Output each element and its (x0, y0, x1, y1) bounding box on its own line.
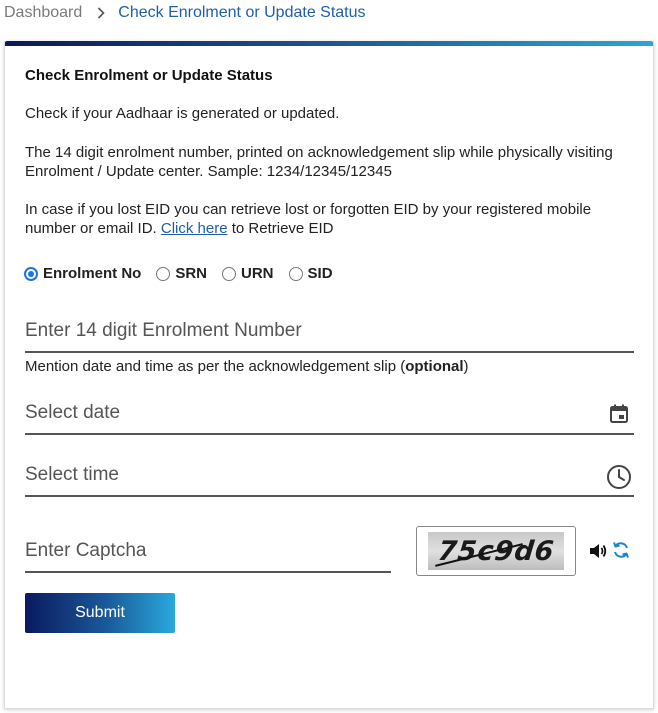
date-input[interactable] (25, 393, 634, 433)
id-type-radio-group: Enrolment No SRN URN SID (24, 265, 348, 282)
captcha-field (25, 531, 391, 573)
breadcrumb: Dashboard Check Enrolment or Update Stat… (4, 3, 366, 23)
submit-button[interactable]: Submit (25, 593, 175, 633)
lost-eid-text: In case if you lost EID you can retrieve… (25, 200, 625, 238)
radio-enrolment-no-circle[interactable] (24, 266, 38, 281)
clock-icon[interactable] (606, 464, 632, 490)
time-field (25, 455, 634, 497)
calendar-icon[interactable] (608, 403, 630, 425)
chevron-right-icon (97, 7, 105, 19)
date-time-hint: Mention date and time as per the acknowl… (25, 358, 469, 375)
radio-srn-circle[interactable] (156, 266, 171, 281)
lost-eid-suffix: to Retrieve EID (227, 220, 334, 237)
radio-urn[interactable]: URN (222, 265, 274, 282)
hint-suffix: ) (463, 358, 469, 375)
radio-sid[interactable]: SID (288, 265, 333, 282)
captcha-image-box: 75c9d6 (416, 526, 576, 576)
breadcrumb-current: Check Enrolment or Update Status (118, 4, 366, 21)
enrolment-info-text: The 14 digit enrolment number, printed o… (25, 144, 613, 180)
hint-optional: optional (405, 358, 464, 375)
speaker-icon[interactable] (588, 541, 608, 561)
radio-sid-label: SID (307, 265, 333, 282)
radio-sid-circle[interactable] (288, 266, 303, 281)
card-accent-bar (5, 41, 653, 46)
retrieve-eid-link[interactable]: Click here (161, 220, 228, 237)
captcha-input[interactable] (25, 531, 391, 571)
refresh-icon[interactable] (611, 540, 631, 560)
intro-text: Check if your Aadhaar is generated or up… (25, 105, 340, 122)
radio-enrolment-no-label: Enrolment No (43, 265, 142, 282)
radio-urn-label: URN (241, 265, 274, 282)
enrolment-number-field (25, 311, 634, 353)
enrolment-number-input[interactable] (25, 311, 634, 351)
date-field (25, 393, 634, 435)
status-card: Check Enrolment or Update Status Check i… (4, 41, 654, 709)
card-title: Check Enrolment or Update Status (25, 67, 273, 84)
captcha-image: 75c9d6 (428, 532, 564, 570)
radio-srn[interactable]: SRN (156, 265, 207, 282)
hint-prefix: Mention date and time as per the acknowl… (25, 358, 406, 375)
radio-srn-label: SRN (175, 265, 208, 282)
time-input[interactable] (25, 455, 634, 495)
breadcrumb-dashboard-link[interactable]: Dashboard (4, 4, 82, 22)
radio-enrolment-no[interactable]: Enrolment No (24, 265, 141, 282)
radio-urn-circle[interactable] (222, 266, 237, 281)
